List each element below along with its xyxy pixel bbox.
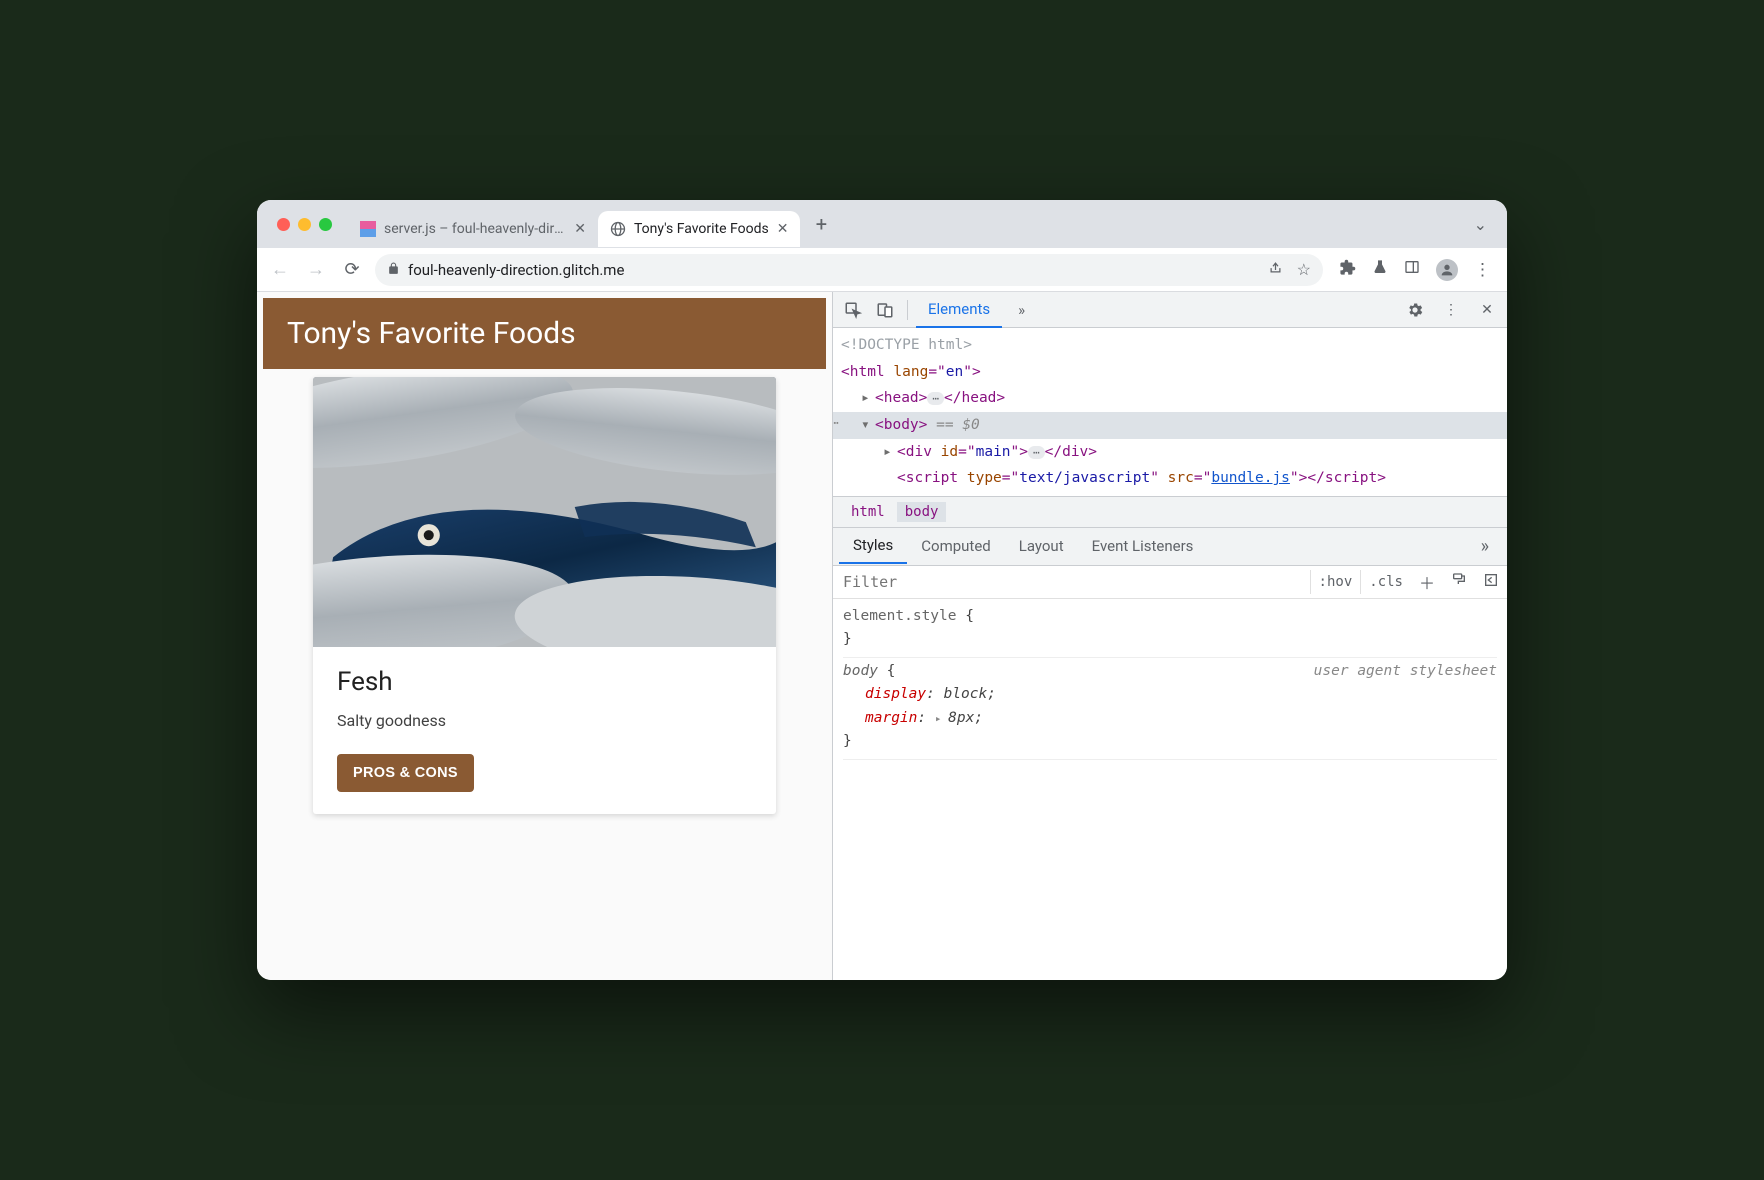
crumb-html[interactable]: html [843, 502, 893, 522]
card-subtitle: Salty goodness [337, 711, 752, 730]
paint-icon[interactable] [1443, 568, 1475, 596]
dom-doctype[interactable]: <!DOCTYPE html> [833, 332, 1507, 359]
crumb-body[interactable]: body [897, 502, 947, 522]
dom-tree[interactable]: <!DOCTYPE html> <html lang="en"> ▸<head>… [833, 328, 1507, 496]
computed-toggle-icon[interactable] [1475, 568, 1507, 596]
browser-tab-inactive[interactable]: server.js – foul-heavenly-direct ✕ [348, 211, 598, 247]
stylesheet-source: user agent stylesheet [1314, 660, 1497, 683]
card-image [313, 377, 776, 647]
tab-overflow[interactable]: » [1006, 293, 1037, 327]
pros-cons-button[interactable]: PROS & CONS [337, 754, 474, 792]
tab-styles[interactable]: Styles [839, 528, 907, 564]
tab-event-listeners[interactable]: Event Listeners [1078, 529, 1208, 563]
close-window-button[interactable] [277, 218, 290, 231]
profile-avatar[interactable] [1436, 259, 1458, 281]
dom-html-open[interactable]: <html lang="en"> [833, 359, 1507, 386]
tab-layout[interactable]: Layout [1005, 529, 1078, 563]
styles-filter-input[interactable] [833, 567, 1310, 597]
styles-pane-tabs: Styles Computed Layout Event Listeners » [833, 528, 1507, 566]
gear-icon[interactable] [1401, 296, 1429, 324]
dom-div-main[interactable]: ▸<div id="main">⋯</div> [833, 439, 1507, 466]
card-body: Fesh Salty goodness PROS & CONS [313, 647, 776, 814]
dom-head[interactable]: ▸<head>⋯</head> [833, 385, 1507, 412]
tab-overflow-icon[interactable]: » [1469, 528, 1501, 565]
labs-icon[interactable] [1372, 259, 1388, 280]
kebab-menu-icon[interactable]: ⋮ [1437, 296, 1465, 324]
styles-rules[interactable]: element.style { } user agent stylesheet … [833, 599, 1507, 980]
tab-list-dropdown-icon[interactable]: ⌄ [1464, 215, 1497, 234]
content-area: Tony's Favorite Foods [257, 292, 1507, 980]
reload-button[interactable]: ⟳ [339, 257, 365, 283]
dom-breadcrumb: html body [833, 496, 1507, 528]
styles-filter-row: :hov .cls ＋ [833, 566, 1507, 599]
back-button[interactable]: ← [267, 257, 293, 283]
tab-elements[interactable]: Elements [916, 292, 1002, 328]
globe-favicon-icon [610, 221, 626, 237]
hov-toggle[interactable]: :hov [1310, 570, 1361, 594]
glitch-favicon-icon [360, 221, 376, 237]
dom-script[interactable]: <script type="text/javascript" src="bund… [833, 465, 1507, 492]
sidepanel-icon[interactable] [1404, 259, 1420, 280]
close-tab-icon[interactable]: ✕ [777, 221, 789, 237]
bookmark-icon[interactable]: ☆ [1297, 260, 1311, 279]
browser-window: server.js – foul-heavenly-direct ✕ Tony'… [257, 200, 1507, 980]
card-title: Fesh [337, 667, 752, 697]
new-style-rule-icon[interactable]: ＋ [1411, 566, 1443, 598]
close-tab-icon[interactable]: ✕ [574, 221, 586, 237]
tab-computed[interactable]: Computed [907, 529, 1005, 563]
minimize-window-button[interactable] [298, 218, 311, 231]
browser-toolbar: ← → ⟳ foul-heavenly-direction.glitch.me … [257, 248, 1507, 292]
device-toolbar-icon[interactable] [871, 296, 899, 324]
dom-body-selected[interactable]: ▾<body> == $0 [833, 412, 1507, 439]
forward-button[interactable]: → [303, 257, 329, 283]
share-icon[interactable] [1268, 260, 1283, 279]
cls-toggle[interactable]: .cls [1360, 570, 1411, 594]
page-title: Tony's Favorite Foods [263, 298, 826, 369]
new-tab-button[interactable]: + [806, 209, 836, 239]
browser-tab-active[interactable]: Tony's Favorite Foods ✕ [598, 211, 800, 247]
tab-title: server.js – foul-heavenly-direct [384, 221, 566, 237]
close-icon[interactable]: ✕ [1473, 296, 1501, 324]
extensions-icon[interactable] [1339, 259, 1356, 281]
element-style-rule[interactable]: element.style { } [843, 603, 1497, 658]
tab-title: Tony's Favorite Foods [634, 221, 769, 237]
address-bar[interactable]: foul-heavenly-direction.glitch.me ☆ [375, 254, 1323, 286]
rendered-page: Tony's Favorite Foods [257, 292, 832, 980]
food-card: Fesh Salty goodness PROS & CONS [313, 377, 776, 814]
kebab-menu-icon[interactable]: ⋮ [1474, 260, 1491, 280]
maximize-window-button[interactable] [319, 218, 332, 231]
inspect-element-icon[interactable] [839, 296, 867, 324]
body-rule[interactable]: user agent stylesheet body { display: bl… [843, 658, 1497, 760]
url-text: foul-heavenly-direction.glitch.me [408, 261, 624, 279]
devtools-panel: Elements » ⋮ ✕ <!DOCTYPE html> <html lan… [832, 292, 1507, 980]
tab-bar: server.js – foul-heavenly-direct ✕ Tony'… [257, 200, 1507, 248]
devtools-tabbar: Elements » ⋮ ✕ [833, 292, 1507, 328]
lock-icon [387, 261, 400, 279]
window-controls [277, 218, 332, 231]
